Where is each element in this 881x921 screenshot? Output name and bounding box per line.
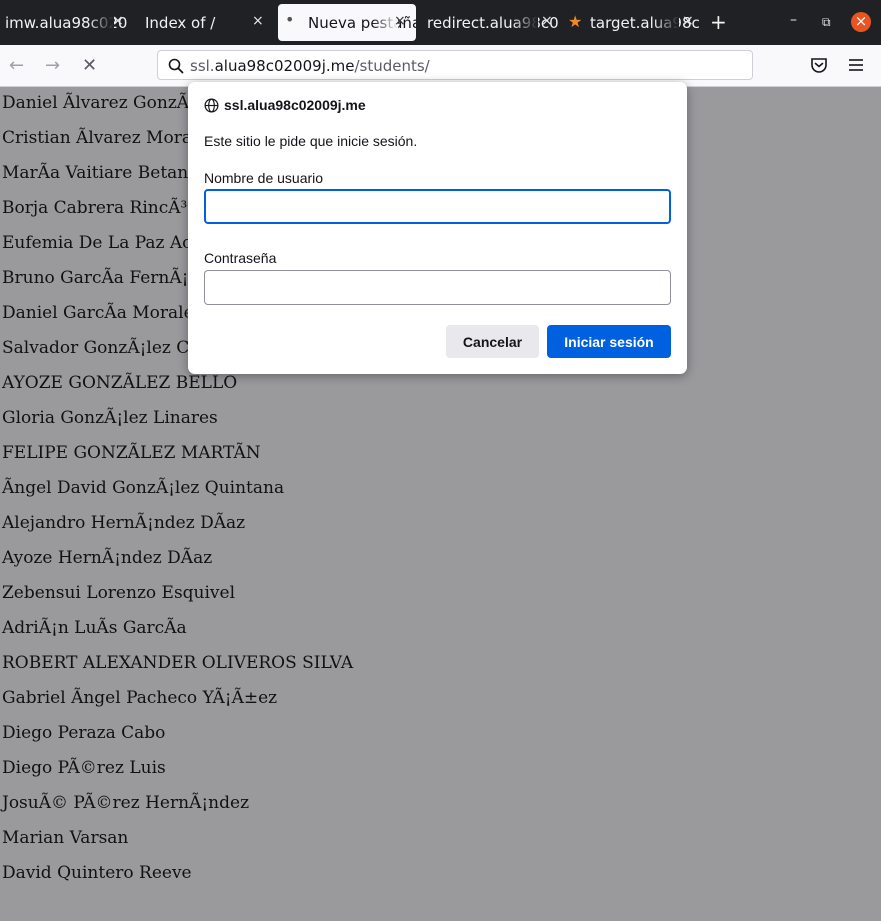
student-name: Marian Varsan <box>2 828 129 848</box>
student-name: Diego Peraza Cabo <box>2 723 166 743</box>
student-name: Cristian Ãlvarez Morales <box>2 128 217 148</box>
student-name: Alejandro HernÃ¡ndez DÃaz <box>2 513 246 533</box>
student-name: Daniel GarcÃa Morales <box>2 303 203 323</box>
star-favicon-icon: ★ <box>568 12 583 31</box>
student-name: JosuÃ© PÃ©rez HernÃ¡ndez <box>2 793 250 813</box>
student-name: David Quintero Reeve <box>2 863 192 883</box>
student-name: Diego PÃ©rez Luis <box>2 758 166 778</box>
new-tab-icon[interactable]: + <box>710 10 727 34</box>
tab-bar: imw.alua98c02009 × Index of / × • Nueva … <box>0 0 881 45</box>
maximize-icon[interactable]: ⧉ <box>822 15 831 30</box>
student-name: MarÃa Vaitiare Betancor <box>2 163 217 183</box>
loading-dot-icon: • <box>285 10 295 29</box>
student-name: FELIPE GONZÃLEZ MARTÃN <box>2 443 261 463</box>
close-icon[interactable]: × <box>252 13 264 29</box>
close-icon[interactable]: × <box>394 13 406 29</box>
globe-icon <box>204 98 219 113</box>
login-button[interactable]: Iniciar sesión <box>547 325 671 358</box>
student-name: ROBERT ALEXANDER OLIVEROS SILVA <box>2 653 354 673</box>
url-path: /students/ <box>354 57 430 75</box>
minimize-icon[interactable]: – <box>790 12 797 28</box>
dialog-host: ssl.alua98c02009j.me <box>224 97 366 113</box>
url-domain: alua98c02009j.me <box>214 57 355 75</box>
tab-nueva-pestana[interactable]: • Nueva pestaña × <box>278 4 416 41</box>
dialog-message: Este sitio le pide que inicie sesión. <box>204 133 418 149</box>
close-icon[interactable]: × <box>541 13 553 29</box>
tab-fade <box>512 0 538 45</box>
nav-bar: ← → ✕ ssl.alua98c02009j.me/students/ <box>0 45 881 87</box>
tab-redirect[interactable]: redirect.alua98c02009 × <box>420 0 558 45</box>
username-label: Nombre de usuario <box>204 170 324 186</box>
password-label: Contraseña <box>204 250 277 266</box>
close-icon[interactable]: × <box>682 13 694 29</box>
window-close-icon[interactable]: × <box>851 12 871 32</box>
password-input[interactable] <box>204 270 671 305</box>
back-arrow-icon[interactable]: ← <box>9 55 24 76</box>
menu-icon[interactable] <box>848 58 864 72</box>
username-input[interactable] <box>204 189 671 224</box>
tab-index[interactable]: Index of / × <box>133 0 273 45</box>
tab-fade <box>653 0 679 45</box>
tab-imw[interactable]: imw.alua98c02009 × <box>0 0 128 45</box>
tab-target[interactable]: ★ target.alua98c × <box>562 0 699 45</box>
student-name: Borja Cabrera RincÃ³n <box>2 198 199 218</box>
search-icon <box>168 58 184 74</box>
student-name: AdriÃ¡n LuÃs GarcÃa <box>2 618 187 638</box>
student-name: Zebensui Lorenzo Esquivel <box>2 583 236 603</box>
stop-icon[interactable]: ✕ <box>82 55 97 76</box>
tab-label: Index of / <box>145 14 216 32</box>
tab-fade <box>88 0 114 45</box>
student-name: Gabriel Ãngel Pacheco YÃ¡Ã±ez <box>2 688 278 708</box>
url-text: ssl.alua98c02009j.me/students/ <box>190 57 430 75</box>
cancel-button[interactable]: Cancelar <box>446 325 539 358</box>
tab-label: redirect.alua98c02009 <box>427 14 558 32</box>
url-prefix: ssl. <box>190 57 215 75</box>
student-name: AYOZE GONZÃLEZ BELLO <box>2 373 238 393</box>
pocket-icon[interactable] <box>810 57 828 74</box>
url-bar[interactable]: ssl.alua98c02009j.me/students/ <box>157 50 753 80</box>
student-name: Ãngel David GonzÃ¡lez Quintana <box>2 478 285 498</box>
auth-dialog: ssl.alua98c02009j.me Este sitio le pide … <box>188 82 687 374</box>
forward-arrow-icon[interactable]: → <box>45 55 60 76</box>
student-name: Ayoze HernÃ¡ndez DÃaz <box>2 548 213 568</box>
student-name: Gloria GonzÃ¡lez Linares <box>2 408 218 428</box>
close-icon[interactable]: × <box>112 13 124 29</box>
